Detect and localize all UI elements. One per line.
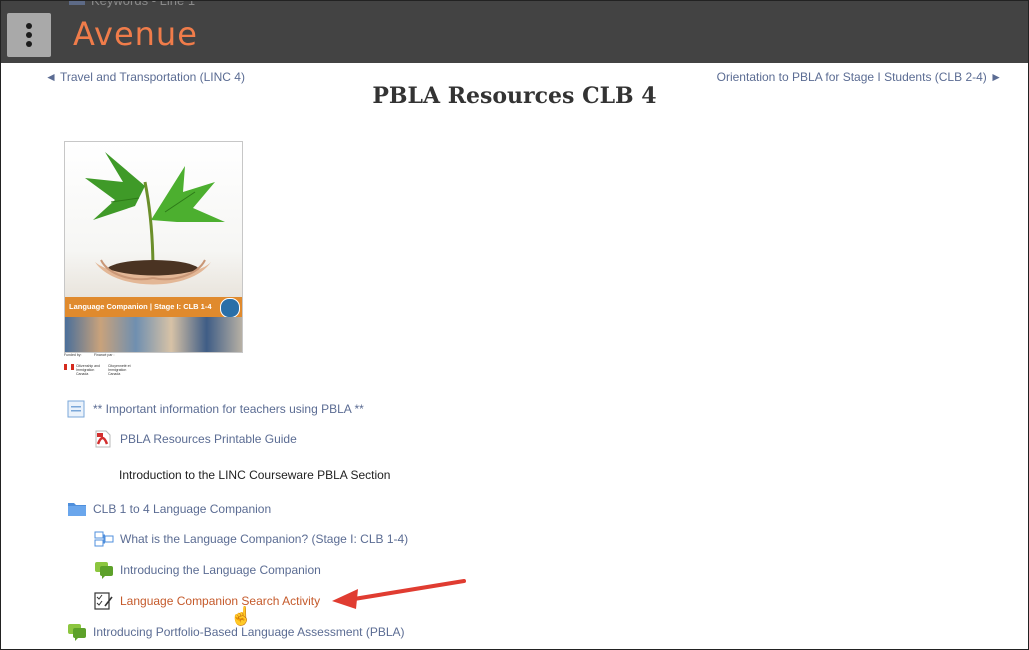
activity-label[interactable]: Introducing Portfolio-Based Language Ass… — [93, 625, 405, 639]
seedling-photo — [65, 142, 242, 297]
avenue-logo[interactable]: Avenue — [73, 15, 198, 53]
forum-icon — [67, 623, 87, 641]
funded-by-credit: Funded by: Financé par : Citizenship and… — [64, 353, 174, 376]
main-menu-button[interactable] — [7, 13, 51, 57]
menu-dot — [26, 32, 32, 38]
prev-activity-link[interactable]: ◄ Travel and Transportation (LINC 4) — [45, 70, 245, 84]
activity-what-is-companion[interactable]: What is the Language Companion? (Stage I… — [94, 530, 408, 548]
top-navbar: Keywords - Line 1 Avenue — [1, 1, 1028, 63]
activity-introducing-companion[interactable]: Introducing the Language Companion — [94, 561, 321, 579]
pdf-icon — [94, 430, 114, 448]
app-window: Keywords - Line 1 Avenue ◄ Travel and Tr… — [0, 0, 1029, 650]
activity-label[interactable]: Language Companion Search Activity — [120, 594, 320, 608]
menu-dots-icon — [26, 23, 32, 29]
page-icon — [67, 400, 87, 418]
language-companion-cover-image: Language Companion | Stage I: CLB 1-4 — [64, 141, 243, 353]
stage-badge-icon — [220, 298, 240, 318]
activity-language-companion-folder[interactable]: CLB 1 to 4 Language Companion — [67, 500, 271, 518]
canada-flag-icon — [64, 364, 74, 370]
keywords-icon — [69, 1, 85, 5]
label-text: Introduction to the LINC Courseware PBLA… — [119, 468, 391, 482]
next-activity-link[interactable]: Orientation to PBLA for Stage I Students… — [717, 70, 1002, 84]
department-fr: Citoyenneté et Immigration Canada — [108, 364, 131, 376]
activity-label[interactable]: What is the Language Companion? (Stage I… — [120, 532, 408, 546]
activity-label[interactable]: Introducing the Language Companion — [120, 563, 321, 577]
page-title: PBLA Resources CLB 4 — [372, 83, 657, 109]
activity-printable-guide[interactable]: PBLA Resources Printable Guide — [94, 430, 297, 448]
seedling-in-hands-illustration — [85, 152, 225, 285]
cover-title-band: Language Companion | Stage I: CLB 1-4 — [65, 297, 242, 317]
activity-search-activity[interactable]: Language Companion Search Activity — [94, 592, 320, 610]
label-introduction-pbla: Introduction to the LINC Courseware PBLA… — [119, 468, 390, 482]
department-en: Citizenship and Immigration Canada — [76, 364, 100, 376]
book-icon — [94, 530, 114, 548]
activity-important-info[interactable]: ** Important information for teachers us… — [67, 400, 364, 418]
activity-label[interactable]: ** Important information for teachers us… — [93, 402, 364, 416]
classroom-photo-strip — [65, 317, 242, 352]
quiz-icon — [94, 592, 114, 610]
keywords-ghost-text: Keywords - Line 1 — [91, 0, 196, 8]
funded-by-label: Funded by: — [64, 353, 82, 357]
hand-cursor-icon: ☝ — [230, 606, 253, 626]
activity-label[interactable]: PBLA Resources Printable Guide — [120, 432, 297, 446]
menu-dot — [26, 41, 32, 47]
red-annotation-arrow — [332, 579, 466, 609]
finance-par-label: Financé par : — [94, 353, 115, 357]
activity-label[interactable]: CLB 1 to 4 Language Companion — [93, 502, 271, 516]
forum-icon — [94, 561, 114, 579]
folder-icon — [67, 500, 87, 518]
